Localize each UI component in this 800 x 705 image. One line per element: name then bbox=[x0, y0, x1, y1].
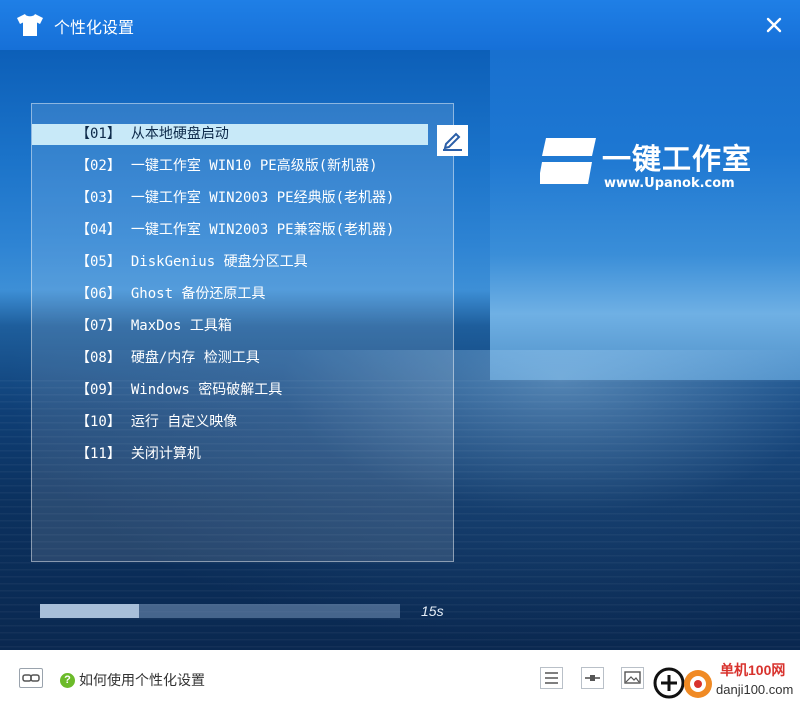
logo-mark-icon bbox=[540, 138, 596, 184]
edit-button[interactable] bbox=[437, 125, 468, 156]
title-bar: 个性化设置 bbox=[0, 0, 800, 50]
help-link[interactable]: ? 如何使用个性化设置 bbox=[60, 670, 205, 690]
menu-item-07[interactable]: 【07】 MaxDos 工具箱 bbox=[32, 316, 428, 337]
watermark-logo-icon bbox=[684, 670, 712, 698]
menu-item-11[interactable]: 【11】 关闭计算机 bbox=[32, 444, 428, 465]
slider-icon bbox=[585, 675, 600, 681]
tshirt-icon bbox=[17, 14, 43, 36]
edit-pen-icon bbox=[443, 132, 462, 151]
countdown-text: 15s bbox=[421, 603, 444, 619]
window-title: 个性化设置 bbox=[54, 18, 135, 37]
menu-item-04[interactable]: 【04】 一键工作室 WIN2003 PE兼容版(老机器) bbox=[32, 220, 428, 241]
menu-item-10[interactable]: 【10】 运行 自定义映像 bbox=[32, 412, 428, 433]
menu-item-01[interactable]: 【01】 从本地硬盘启动 bbox=[32, 124, 428, 145]
logo-url: www.Upanok.com bbox=[604, 176, 735, 191]
slider-button[interactable] bbox=[581, 667, 604, 689]
link-button[interactable] bbox=[19, 668, 43, 688]
menu-item-06[interactable]: 【06】 Ghost 备份还原工具 bbox=[32, 284, 428, 305]
progress-fill bbox=[40, 604, 139, 618]
boot-menu-list: 【01】 从本地硬盘启动 【02】 一键工作室 WIN10 PE高级版(新机器) 【… bbox=[32, 124, 428, 476]
menu-list-button[interactable] bbox=[540, 667, 563, 689]
menu-item-08[interactable]: 【08】 硬盘/内存 检测工具 bbox=[32, 348, 428, 369]
menu-item-03[interactable]: 【03】 一键工作室 WIN2003 PE经典版(老机器) bbox=[32, 188, 428, 209]
watermark-text: 单机100网 bbox=[720, 662, 786, 678]
menu-item-02[interactable]: 【02】 一键工作室 WIN10 PE高级版(新机器) bbox=[32, 156, 428, 177]
add-icon bbox=[653, 667, 685, 699]
menu-item-05[interactable]: 【05】 DiskGenius 硬盘分区工具 bbox=[32, 252, 428, 273]
help-icon: ? bbox=[60, 672, 75, 688]
menu-lines-icon bbox=[545, 672, 558, 684]
countdown-progress-bar bbox=[40, 604, 400, 618]
watermark-url: danji100.com bbox=[716, 682, 794, 697]
help-text: 如何使用个性化设置 bbox=[79, 673, 205, 689]
sky-background bbox=[490, 50, 800, 380]
logo-text: 一键工作室 bbox=[602, 142, 753, 176]
site-watermark: 单机100网 danji100.com bbox=[650, 660, 800, 705]
close-icon[interactable] bbox=[762, 13, 786, 37]
boot-menu-panel: 【01】 从本地硬盘启动 【02】 一键工作室 WIN10 PE高级版(新机器) 【… bbox=[31, 103, 454, 562]
image-icon bbox=[624, 671, 641, 684]
link-icon bbox=[22, 674, 40, 682]
image-button[interactable] bbox=[621, 667, 644, 689]
footer-bar: ? 如何使用个性化设置 单机100网 danji100.com bbox=[0, 650, 800, 705]
menu-item-09[interactable]: 【09】 Windows 密码破解工具 bbox=[32, 380, 428, 401]
background-area: 【01】 从本地硬盘启动 【02】 一键工作室 WIN10 PE高级版(新机器) 【… bbox=[0, 50, 800, 650]
brand-logo: 一键工作室 www.Upanok.com bbox=[540, 136, 760, 196]
